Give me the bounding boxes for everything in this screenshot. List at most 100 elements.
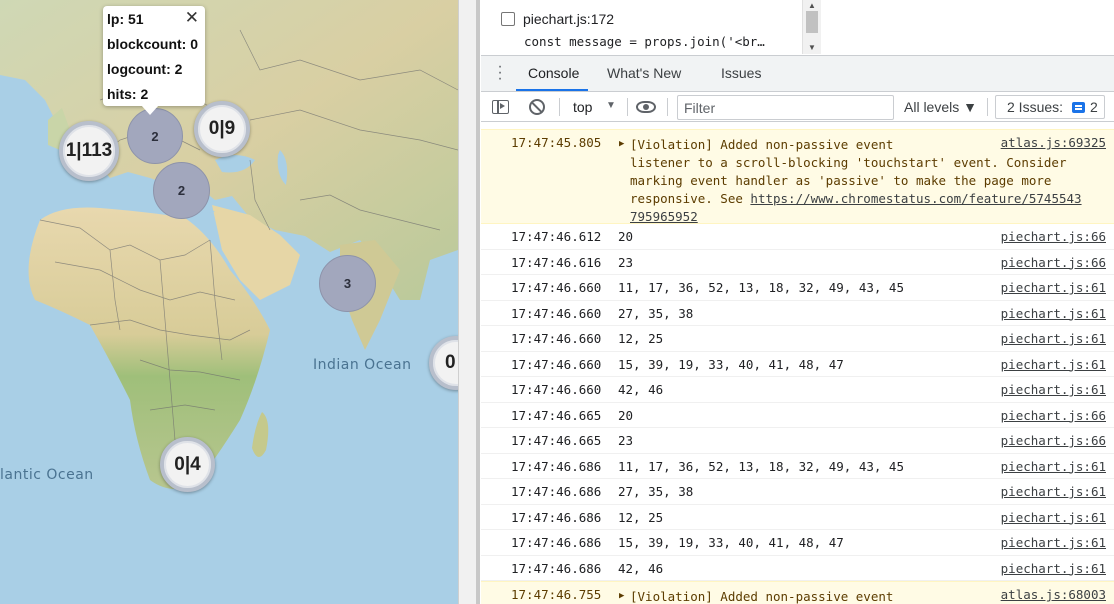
ocean-label-indian: Indian Ocean [313,357,412,373]
message-timestamp: 17:47:46.686 [511,560,602,576]
message-text: 15, 39, 19, 33, 40, 41, 48, 47 [618,535,844,550]
scroll-up-icon[interactable]: ▲ [808,1,816,10]
console-message[interactable]: 17:47:46.665 20 piechart.js:66 [481,403,1114,428]
message-source-link[interactable]: piechart.js:61 [1001,561,1106,576]
message-source-link[interactable]: atlas.js:69325 [1001,135,1106,150]
console-message[interactable]: 17:47:46.660 15, 39, 19, 33, 40, 41, 48, … [481,352,1114,377]
pane-splitter[interactable] [458,0,480,604]
message-timestamp: 17:47:46.686 [511,484,602,499]
message-source-link[interactable]: piechart.js:61 [1001,357,1106,372]
cluster-marker[interactable]: 0|9 [194,101,250,157]
toolbar-divider [559,98,560,116]
message-source-link[interactable]: piechart.js:66 [1001,408,1106,423]
cluster-marker[interactable]: 1|113 [59,121,119,181]
message-source-link[interactable]: piechart.js:61 [1001,280,1106,295]
message-source-link[interactable]: piechart.js:61 [1001,535,1106,550]
message-text: 12, 25 [618,331,664,346]
message-text: [Violation] Added non-passive event [630,589,894,604]
issues-label: 2 Issues: [1007,99,1064,115]
devtools-panel: piechart.js:172 const message = props.jo… [481,0,1114,604]
console-message[interactable]: 17:47:46.612 20 piechart.js:66 [481,224,1114,250]
message-text: 20 [618,407,634,423]
message-text: 42, 46 [618,560,664,576]
console-message[interactable]: 17:47:46.686 27, 35, 38 piechart.js:61 [481,479,1114,505]
cluster-marker[interactable]: 2 [153,162,210,219]
more-options-icon[interactable]: · · · [497,59,503,87]
message-text: 12, 25 [618,509,664,525]
splitter-handle[interactable] [476,0,480,604]
message-text: 15, 39, 19, 33, 40, 41, 48, 47 [618,356,844,372]
message-source-link[interactable]: piechart.js:61 [1001,459,1106,474]
tab-issues[interactable]: Issues [721,65,761,81]
tab-console[interactable]: Console [528,65,579,81]
eye-icon[interactable] [636,101,656,113]
context-selector[interactable]: top [573,99,592,115]
console-message[interactable]: 17:47:46.660 11, 17, 36, 52, 13, 18, 32, … [481,275,1114,301]
cluster-marker[interactable]: 3 [319,255,376,312]
message-timestamp: 17:47:46.665 [511,407,602,423]
message-timestamp: 17:47:46.660 [511,331,602,346]
message-source-link[interactable]: piechart.js:66 [1001,229,1106,244]
ocean-label-atlantic: lantic Ocean [0,467,94,483]
message-source-link[interactable]: piechart.js:61 [1001,331,1106,346]
cluster-marker[interactable]: 0|4 [160,437,215,492]
active-tab-indicator [516,89,588,91]
console-message[interactable]: 17:47:46.665 23 piechart.js:66 [481,428,1114,454]
message-source-link[interactable]: piechart.js:61 [1001,484,1106,499]
console-message[interactable]: 17:47:46.755 ▶ [Violation] Added non-pas… [481,581,1114,604]
message-timestamp: 17:47:46.660 [511,382,602,397]
console-message[interactable]: 17:47:46.660 42, 46 piechart.js:61 [481,377,1114,403]
message-timestamp: 17:47:46.660 [511,280,602,295]
message-source-link[interactable]: piechart.js:61 [1001,382,1106,397]
message-timestamp: 17:47:46.665 [511,433,602,448]
scroll-down-icon[interactable]: ▼ [808,43,816,52]
message-timestamp: 17:47:46.686 [511,509,602,525]
popup-blockcount: blockcount: 0 [107,36,199,52]
console-message[interactable]: 17:47:46.660 27, 35, 38 piechart.js:61 [481,301,1114,326]
message-source-link[interactable]: piechart.js:61 [1001,306,1106,321]
message-text: 27, 35, 38 [618,305,694,321]
console-message[interactable]: 17:47:46.616 23 piechart.js:66 [481,250,1114,275]
message-source-link[interactable]: piechart.js:66 [1001,255,1106,270]
issues-count: 2 [1090,99,1098,115]
message-text: 42, 46 [618,382,664,397]
cluster-marker[interactable]: 2 [127,108,183,164]
console-messages[interactable]: 17:47:45.805 ▶ [Violation] Added non-pas… [481,122,1114,604]
message-timestamp: 17:47:46.616 [511,254,602,270]
scroll-thumb[interactable] [806,11,818,33]
sidebar-toggle-icon[interactable] [492,100,509,114]
chevron-down-icon[interactable]: ▼ [606,100,616,111]
console-message[interactable]: 17:47:46.686 11, 17, 36, 52, 13, 18, 32, … [481,454,1114,479]
message-timestamp: 17:47:46.686 [511,535,602,550]
expand-triangle-icon[interactable]: ▶ [619,591,624,601]
close-icon[interactable]: ✕ [185,8,199,28]
clear-console-icon[interactable] [529,99,545,115]
popup-lp: lp: 51 [107,11,144,27]
expand-triangle-icon[interactable]: ▶ [619,139,624,149]
tab-whats-new[interactable]: What's New [607,65,681,81]
message-text: 11, 17, 36, 52, 13, 18, 32, 49, 43, 45 [618,280,904,295]
message-source-link[interactable]: piechart.js:66 [1001,433,1106,448]
message-text: 23 [618,433,634,448]
log-levels-dropdown[interactable]: All levels ▼ [904,99,977,115]
breakpoints-pane: piechart.js:172 const message = props.jo… [481,0,1114,56]
console-message[interactable]: 17:47:45.805 ▶ [Violation] Added non-pas… [481,129,1114,224]
issues-button[interactable]: 2 Issues: 2 [995,95,1105,119]
message-text: 20 [618,229,634,244]
console-message[interactable]: 17:47:46.686 42, 46 piechart.js:61 [481,556,1114,581]
console-message[interactable]: 17:47:46.686 15, 39, 19, 33, 40, 41, 48, … [481,530,1114,556]
popup-logcount: logcount: 2 [107,61,183,77]
console-toolbar: top ▼ All levels ▼ 2 Issues: 2 [481,92,1114,122]
message-source-link[interactable]: atlas.js:68003 [1001,587,1106,602]
map-view[interactable]: Indian Ocean lantic Ocean 1|113 2 0|9 2 … [0,0,458,604]
message-text: 23 [618,254,634,270]
console-message[interactable]: 17:47:46.686 12, 25 piechart.js:61 [481,505,1114,530]
breakpoint-checkbox[interactable] [501,12,515,26]
breakpoint-file[interactable]: piechart.js:172 [523,11,614,27]
message-timestamp: 17:47:45.805 [511,135,602,150]
filter-input[interactable] [677,95,894,120]
message-source-link[interactable]: piechart.js:61 [1001,510,1106,525]
console-message[interactable]: 17:47:46.660 12, 25 piechart.js:61 [481,326,1114,352]
message-text: 11, 17, 36, 52, 13, 18, 32, 49, 43, 45 [618,458,904,474]
scrollbar[interactable]: ▲ ▼ [802,0,821,54]
